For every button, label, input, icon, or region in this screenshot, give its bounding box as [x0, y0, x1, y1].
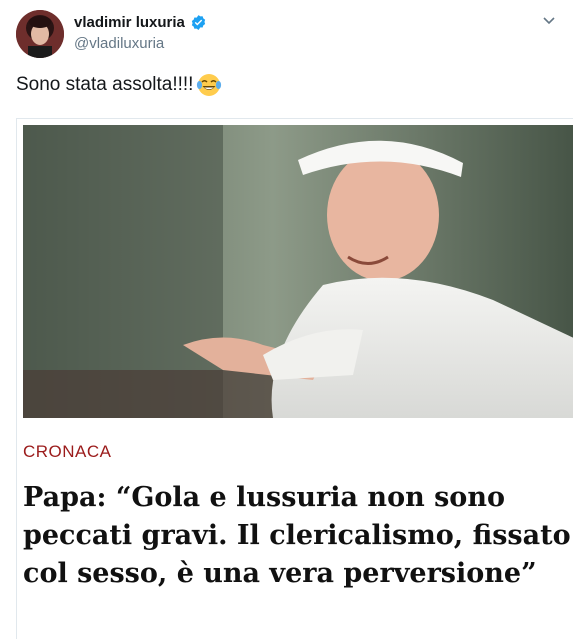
card-section-label: CRONACA	[23, 442, 112, 461]
headline-line: col sesso, è una vera perversione”	[23, 558, 537, 589]
headline-line: Papa: “Gola e lussuria non sono	[23, 482, 505, 513]
tweet-text-content: Sono stata assolta!!!!	[16, 74, 194, 95]
chevron-down-icon[interactable]	[541, 12, 557, 28]
card-image[interactable]	[23, 125, 573, 418]
display-name-text[interactable]: vladimir luxuria	[74, 14, 185, 31]
headline-line: peccati gravi. Il clericalismo, fissato	[23, 520, 571, 551]
display-name[interactable]: vladimir luxuria	[74, 14, 207, 31]
card-headline[interactable]: Papa: “Gola e lussuria non sono peccati …	[23, 479, 573, 593]
verified-badge-icon	[191, 15, 206, 30]
avatar[interactable]	[16, 10, 64, 58]
tears-of-joy-emoji-icon	[197, 74, 222, 96]
link-card[interactable]: CRONACA Papa: “Gola e lussuria non sono …	[16, 118, 573, 639]
tweet-header: vladimir luxuria @vladiluxuria	[0, 0, 573, 66]
user-handle[interactable]: @vladiluxuria	[74, 35, 164, 52]
tweet-text: Sono stata assolta!!!!	[16, 72, 222, 98]
